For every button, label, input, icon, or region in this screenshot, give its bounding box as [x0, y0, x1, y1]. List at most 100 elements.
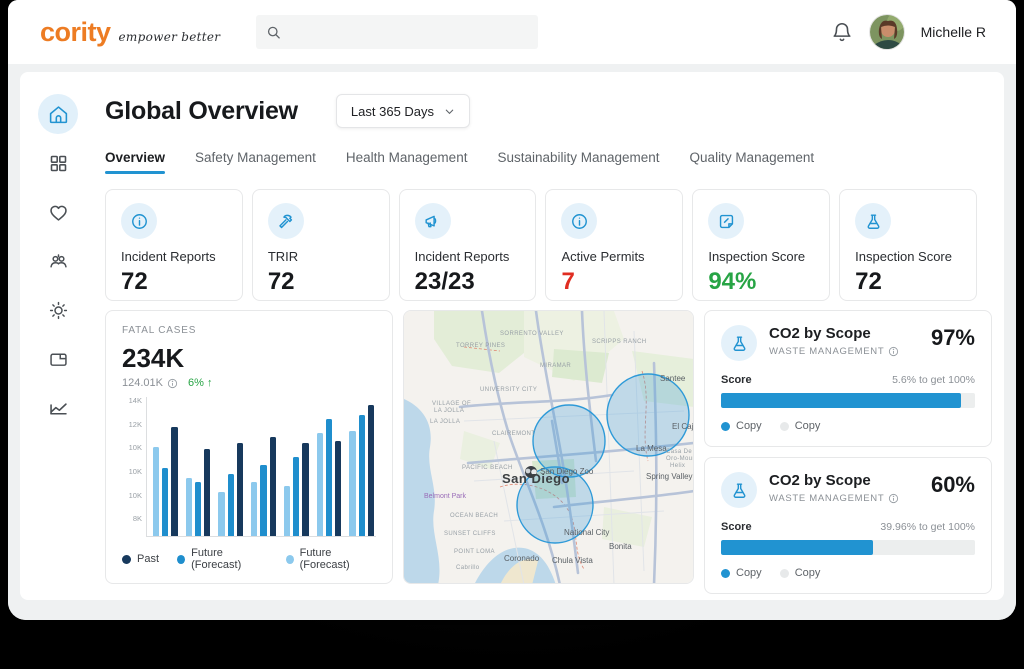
- sidebar-item-home[interactable]: [38, 94, 78, 134]
- map-canvas[interactable]: TORREY PINESSORRENTO VALLEYSCRIPPS RANCH…: [404, 311, 694, 584]
- map-label: MIRAMAR: [540, 363, 571, 369]
- people-group-icon: [48, 251, 69, 272]
- y-tick: 12K: [122, 421, 142, 429]
- top-bar: cority empower better Michelle R: [8, 0, 1016, 64]
- bar-group: [349, 397, 374, 536]
- kpi-value: 7: [561, 268, 667, 296]
- bar-group: [186, 397, 211, 536]
- chart-legend: PastFuture (Forecast)Future (Forecast): [122, 547, 376, 571]
- co2-card-title: CO2 by Scope: [769, 472, 919, 489]
- bar[interactable]: [237, 443, 243, 536]
- info-icon: [167, 378, 178, 389]
- chart-y-axis: 14K12K10K10K10K8K: [122, 397, 146, 537]
- bar[interactable]: [171, 427, 177, 536]
- tab-sustainability-management[interactable]: Sustainability Management: [497, 150, 659, 174]
- flask-icon: [721, 472, 757, 508]
- map-label: Casa De: [666, 449, 692, 455]
- sidebar-nav: [20, 72, 96, 600]
- bar[interactable]: [317, 433, 323, 536]
- bar[interactable]: [162, 468, 168, 536]
- co2-by-scope-card-1[interactable]: CO2 by Scope WASTE MANAGEMENT 97% Score …: [704, 310, 992, 447]
- co2-card-title: CO2 by Scope: [769, 325, 919, 342]
- kpi-card-trir[interactable]: TRIR 72: [252, 189, 390, 301]
- bar[interactable]: [349, 431, 355, 536]
- sidebar-item-heart[interactable]: [38, 192, 78, 232]
- tab-bar: Overview Safety Management Health Manageme…: [105, 150, 977, 174]
- map-label: SUNSET CLIFFS: [444, 531, 496, 537]
- bar[interactable]: [359, 415, 365, 536]
- bar-group: [218, 397, 243, 536]
- user-avatar[interactable]: [869, 14, 905, 50]
- bar[interactable]: [260, 465, 266, 536]
- page-title: Global Overview: [105, 97, 298, 126]
- bar[interactable]: [153, 447, 159, 536]
- map-label: LA JOLLA: [430, 419, 460, 425]
- bar[interactable]: [270, 437, 276, 536]
- tab-quality-management[interactable]: Quality Management: [690, 150, 815, 174]
- tab-health-management[interactable]: Health Management: [346, 150, 468, 174]
- date-range-dropdown[interactable]: Last 365 Days: [336, 94, 470, 128]
- sidebar-item-line-chart[interactable]: [38, 388, 78, 428]
- map-label: VILLAGE OF: [432, 401, 471, 407]
- map-label: SORRENTO VALLEY: [500, 331, 564, 337]
- tab-safety-management[interactable]: Safety Management: [195, 150, 316, 174]
- bar[interactable]: [335, 441, 341, 536]
- sun-icon: [48, 300, 69, 321]
- bar[interactable]: [186, 478, 192, 536]
- sidebar-item-apps-grid[interactable]: [38, 143, 78, 183]
- kpi-value: 72: [268, 268, 374, 296]
- kpi-value: 94%: [708, 268, 814, 296]
- kpi-label: TRIR: [268, 249, 374, 264]
- kpi-card-active-permits[interactable]: Active Permits7: [545, 189, 683, 301]
- bar[interactable]: [284, 486, 290, 536]
- san-diego-map[interactable]: TORREY PINESSORRENTO VALLEYSCRIPPS RANCH…: [403, 310, 694, 584]
- sidebar-item-sun[interactable]: [38, 290, 78, 330]
- co2-by-scope-card-2[interactable]: CO2 by Scope WASTE MANAGEMENT 60% Score …: [704, 457, 992, 594]
- tab-overview[interactable]: Overview: [105, 150, 165, 174]
- info-icon: [121, 203, 157, 239]
- co2-legend: CopyCopy: [721, 567, 975, 579]
- flask-icon: [855, 203, 891, 239]
- bar[interactable]: [195, 482, 201, 536]
- cority-logo: cority: [40, 17, 111, 48]
- chart-title: FATAL CASES: [122, 325, 376, 336]
- search-input[interactable]: [289, 25, 528, 40]
- legend-dot: [122, 555, 131, 564]
- sidebar-item-wallet[interactable]: [38, 339, 78, 379]
- global-search[interactable]: [256, 15, 538, 49]
- notifications-bell-icon[interactable]: [831, 21, 853, 43]
- chart-headline-value: 234K: [122, 343, 376, 374]
- bar[interactable]: [218, 492, 224, 536]
- kpi-label: Incident Reports: [415, 249, 521, 264]
- bar[interactable]: [228, 474, 234, 536]
- legend-item: Future (Forecast): [177, 547, 267, 571]
- map-label: Helix: [670, 463, 685, 469]
- search-icon: [266, 24, 281, 41]
- co2-card-subtitle: WASTE MANAGEMENT: [769, 493, 919, 504]
- bar[interactable]: [302, 443, 308, 536]
- fatal-cases-chart-card: FATAL CASES 234K 124.01K 6% ↑ 14K12K10K1…: [105, 310, 393, 584]
- main-panel: Global Overview Last 365 Days Overview Sa…: [20, 72, 1004, 600]
- bar[interactable]: [368, 405, 374, 536]
- map-label: El Cajon: [672, 422, 694, 431]
- co2-card-subtitle: WASTE MANAGEMENT: [769, 346, 919, 357]
- map-label: Cabrillo: [456, 565, 480, 571]
- kpi-card-incident-reports[interactable]: Incident Reports72: [105, 189, 243, 301]
- map-label: San Diego Zoo: [540, 467, 594, 476]
- map-label: POINT LOMA: [454, 549, 495, 555]
- bar-group: [153, 397, 178, 536]
- kpi-card-inspection-score[interactable]: Inspection Score72: [839, 189, 977, 301]
- user-name[interactable]: Michelle R: [921, 24, 986, 40]
- y-tick: 8K: [122, 515, 142, 523]
- bar[interactable]: [204, 449, 210, 536]
- map-label: TORREY PINES: [456, 343, 505, 349]
- kpi-card-incident-reports[interactable]: Incident Reports23/23: [399, 189, 537, 301]
- sidebar-item-people-group[interactable]: [38, 241, 78, 281]
- brand: cority empower better: [40, 17, 220, 48]
- kpi-card-inspection-score[interactable]: Inspection Score94%: [692, 189, 830, 301]
- legend-item: Past: [122, 547, 159, 571]
- bar[interactable]: [251, 482, 257, 536]
- page-background: cority empower better Michelle R: [0, 0, 1024, 669]
- bar[interactable]: [293, 457, 299, 536]
- bar[interactable]: [326, 419, 332, 536]
